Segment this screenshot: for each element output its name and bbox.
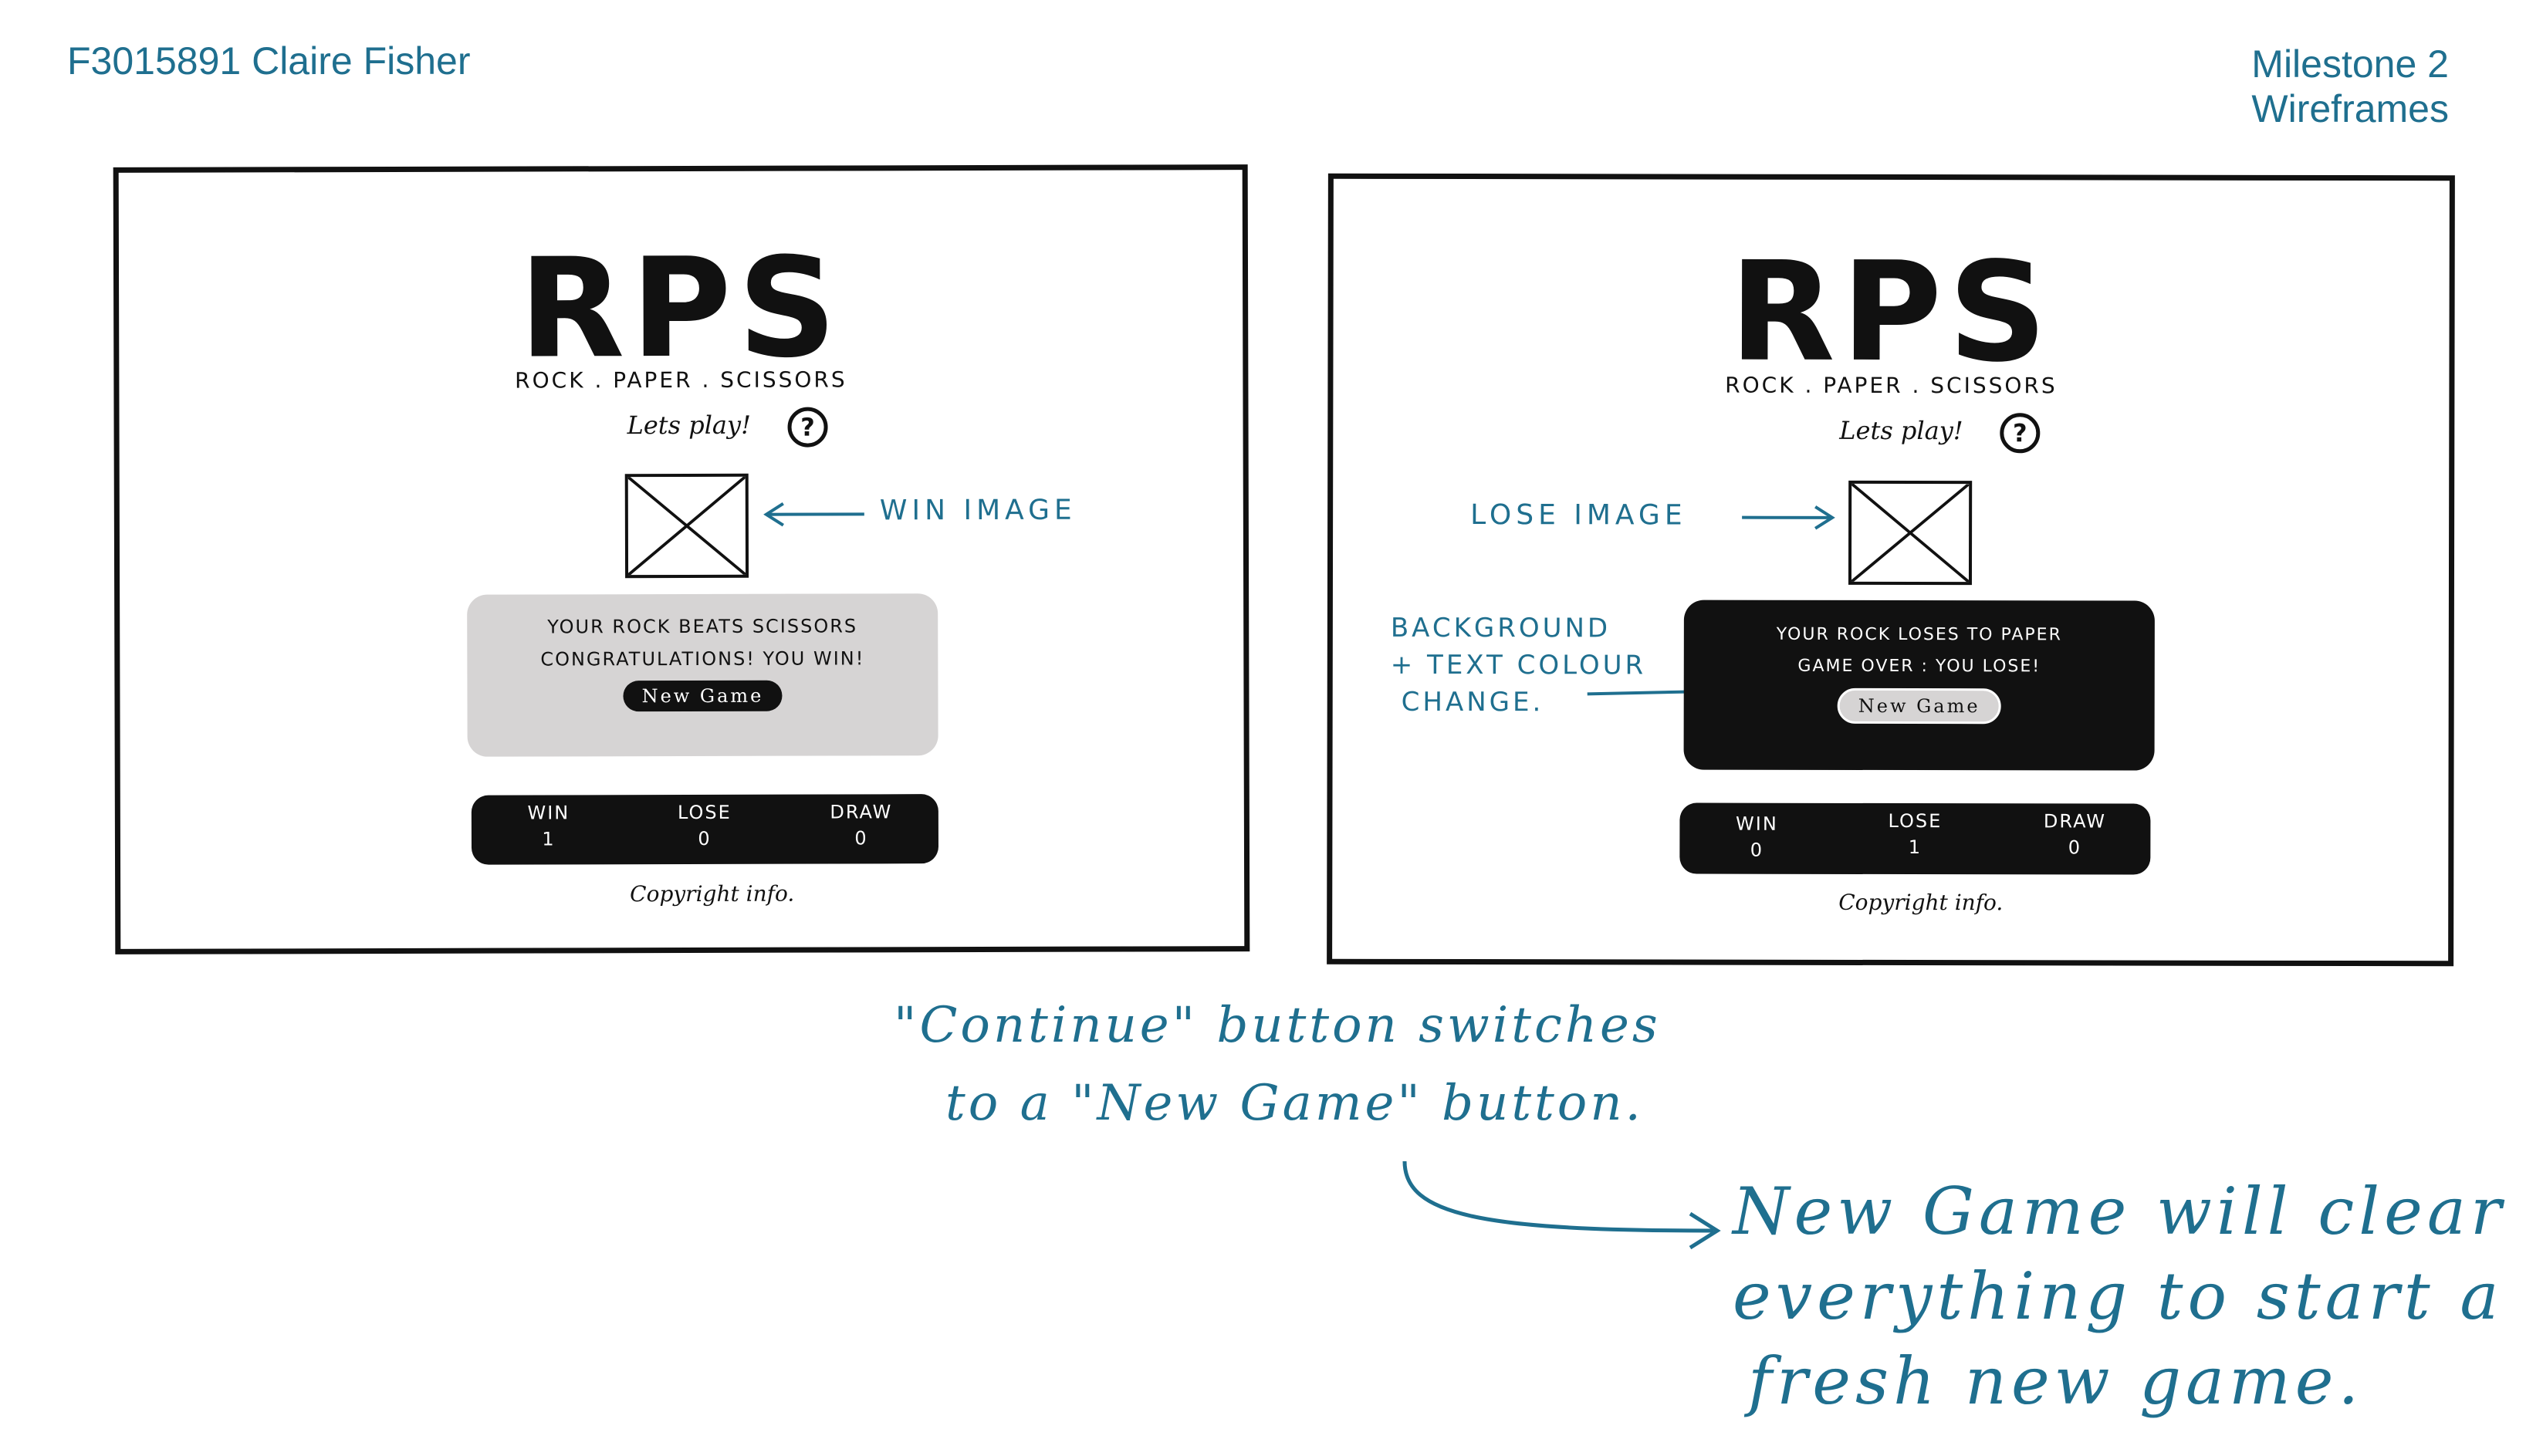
score-label: WIN — [1736, 812, 1778, 835]
score-draw: DRAW 0 — [2013, 808, 2136, 860]
question-circle-icon[interactable]: ? — [2000, 413, 2041, 454]
copyright-text: Copyright info. — [630, 880, 795, 907]
score-value: 1 — [542, 828, 556, 850]
note-line: New Game will clear — [1733, 1174, 2507, 1249]
score-label: LOSE — [677, 801, 732, 824]
score-lose: LOSE 1 — [1853, 808, 1977, 860]
lose-screen-wireframe: RPS ROCK . PAPER . SCISSORS Lets play! ?… — [1327, 173, 2455, 967]
score-value: 0 — [1750, 839, 1764, 861]
new-game-button[interactable]: New Game — [1837, 687, 2001, 725]
score-label: WIN — [527, 802, 570, 824]
new-game-button[interactable]: New Game — [623, 680, 783, 712]
score-label: LOSE — [1888, 809, 1943, 833]
image-placeholder-icon — [624, 473, 749, 579]
score-value: 1 — [1908, 836, 1922, 859]
score-win: WIN 0 — [1695, 811, 1818, 863]
new-game-note: New Game will clear everything to start … — [1733, 1169, 2506, 1424]
author-label: F3015891 Claire Fisher — [67, 39, 471, 83]
note-line: everything to start a — [1733, 1258, 2504, 1334]
result-panel: YOUR ROCK LOSES TO PAPER GAME OVER : YOU… — [1683, 600, 2155, 771]
score-value: 0 — [2068, 836, 2082, 859]
lets-play-text: Lets play! — [627, 410, 751, 441]
continue-note-line1: "Continue" button switches — [894, 997, 1661, 1054]
milestone-label: Milestone 2 Wireframes — [2251, 42, 2449, 131]
arrow-icon — [763, 502, 864, 527]
score-value: 0 — [854, 827, 868, 850]
image-placeholder-icon — [1848, 480, 1973, 586]
logo: RPS — [519, 228, 844, 389]
scoreboard: WIN 0 LOSE 1 DRAW 0 — [1679, 802, 2151, 875]
arrow-icon — [1742, 505, 1835, 530]
lets-play-text: Lets play! — [1839, 415, 1963, 446]
copyright-text: Copyright info. — [1838, 889, 2004, 916]
win-screen-wireframe: RPS ROCK . PAPER . SCISSORS Lets play! ?… — [113, 164, 1250, 954]
question-circle-icon[interactable]: ? — [787, 407, 828, 448]
milestone-line: Milestone 2 — [2251, 42, 2449, 86]
result-message: GAME OVER : YOU LOSE! — [1797, 656, 2041, 677]
scoreboard: WIN 1 LOSE 0 DRAW 0 — [471, 794, 939, 865]
win-image-label: WIN IMAGE — [879, 494, 1077, 527]
subtitle: ROCK . PAPER . SCISSORS — [1725, 372, 2058, 399]
score-draw: DRAW 0 — [800, 799, 923, 851]
result-message: CONGRATULATIONS! YOU WIN! — [540, 647, 865, 671]
wireframes-line: Wireframes — [2251, 87, 2449, 130]
note-line: BACKGROUND — [1390, 612, 1611, 644]
lose-image-label: LOSE IMAGE — [1470, 499, 1687, 532]
result-text: YOUR ROCK LOSES TO PAPER — [1776, 624, 2062, 645]
result-panel: YOUR ROCK BEATS SCISSORS CONGRATULATIONS… — [467, 593, 938, 757]
logo: RPS — [1729, 231, 2054, 393]
score-win: WIN 1 — [487, 799, 610, 852]
score-value: 0 — [698, 827, 712, 850]
note-line: fresh new game. — [1748, 1343, 2364, 1419]
arrow-icon — [1402, 1160, 1721, 1250]
result-text: YOUR ROCK BEATS SCISSORS — [547, 615, 858, 638]
continue-note-line2: to a "New Game" button. — [945, 1075, 1644, 1132]
subtitle: ROCK . PAPER . SCISSORS — [515, 367, 847, 394]
score-label: DRAW — [2043, 810, 2106, 833]
score-label: DRAW — [830, 801, 893, 823]
score-lose: LOSE 0 — [643, 799, 766, 852]
